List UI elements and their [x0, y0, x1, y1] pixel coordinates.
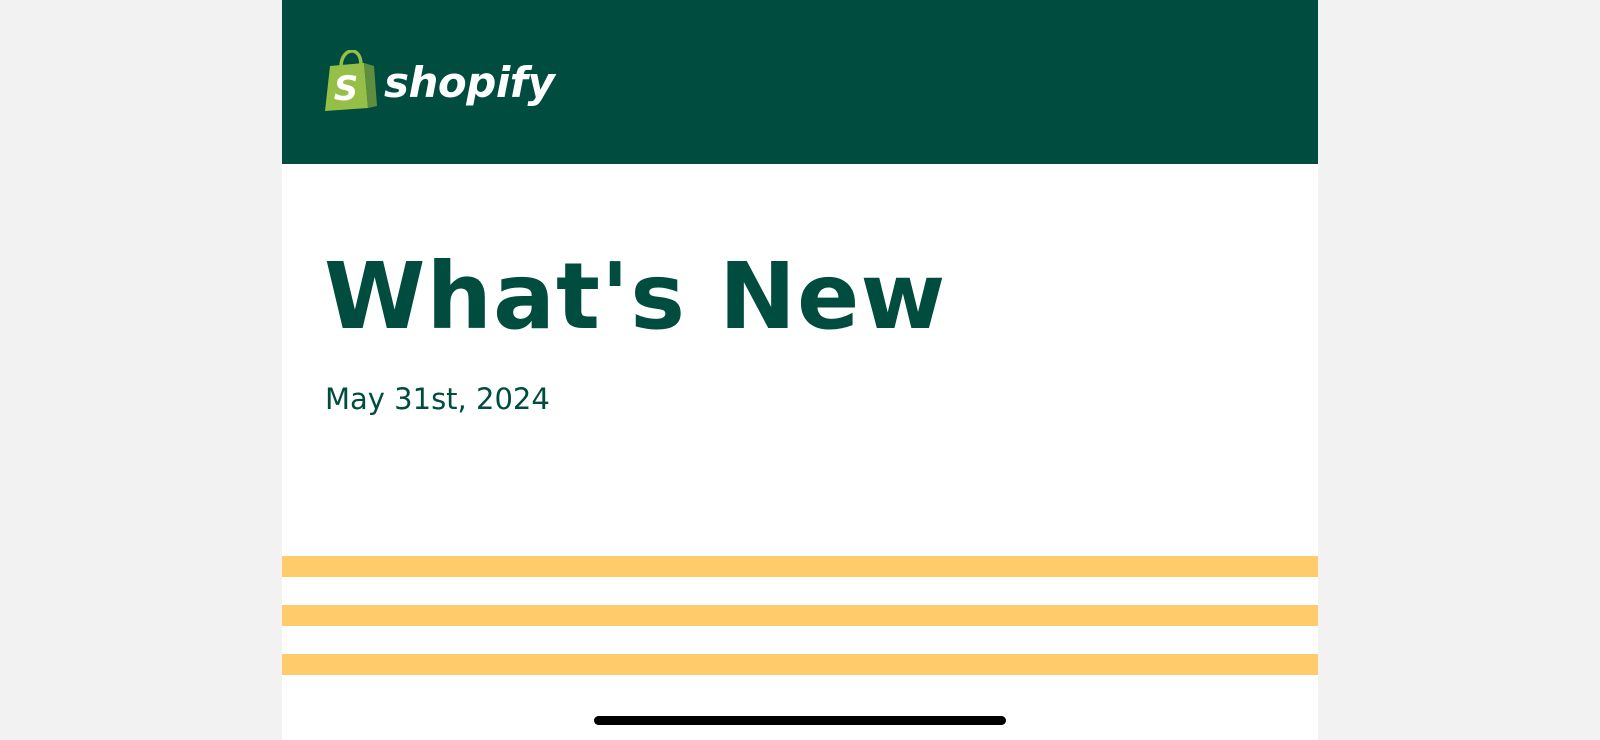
decorative-stripe [282, 556, 1318, 577]
decorative-stripe [282, 605, 1318, 626]
svg-text:S: S [334, 69, 359, 109]
email-header-banner: S shopify [282, 0, 1318, 164]
shopping-bag-icon: S [325, 50, 377, 111]
shopify-logo[interactable]: S shopify [324, 50, 555, 112]
decorative-stripe [282, 654, 1318, 675]
publish-date: May 31st, 2024 [325, 382, 550, 416]
shopify-wordmark: shopify [384, 58, 555, 107]
email-view: S shopify What's New May 31st, 2024 [282, 0, 1318, 740]
screen: S shopify What's New May 31st, 2024 [0, 0, 1600, 740]
home-indicator[interactable] [594, 716, 1006, 725]
page-title: What's New [324, 243, 947, 350]
